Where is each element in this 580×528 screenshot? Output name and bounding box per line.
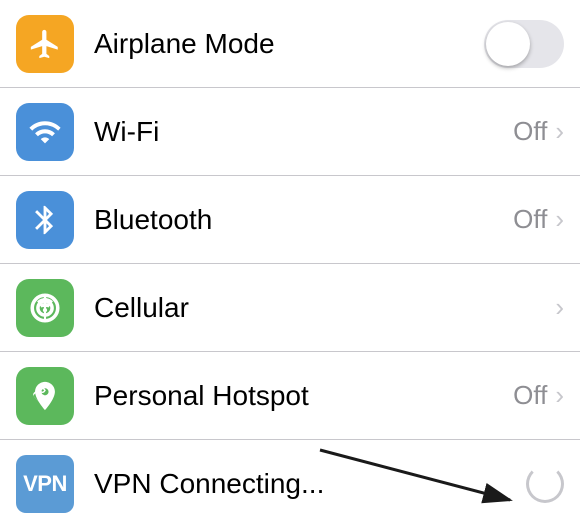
vpn-icon-wrap: VPN — [16, 455, 74, 513]
cellular-label: Cellular — [94, 292, 555, 324]
cellular-icon — [28, 291, 62, 325]
vpn-spinner — [526, 465, 564, 503]
personal-hotspot-row[interactable]: Personal Hotspot Off › — [0, 352, 580, 440]
cellular-icon-wrap — [16, 279, 74, 337]
wifi-icon — [28, 115, 62, 149]
wifi-icon-wrap — [16, 103, 74, 161]
wifi-value: Off — [513, 116, 547, 147]
wifi-label: Wi-Fi — [94, 116, 513, 148]
cellular-chevron: › — [555, 292, 564, 323]
bluetooth-row[interactable]: Bluetooth Off › — [0, 176, 580, 264]
bluetooth-value: Off — [513, 204, 547, 235]
airplane-mode-toggle[interactable] — [484, 20, 564, 68]
bluetooth-icon — [28, 203, 62, 237]
vpn-row[interactable]: VPN VPN Connecting... — [0, 440, 580, 528]
hotspot-icon — [28, 379, 62, 413]
hotspot-label: Personal Hotspot — [94, 380, 513, 412]
airplane-mode-row[interactable]: Airplane Mode — [0, 0, 580, 88]
wifi-chevron: › — [555, 116, 564, 147]
hotspot-icon-wrap — [16, 367, 74, 425]
bluetooth-chevron: › — [555, 204, 564, 235]
bluetooth-label: Bluetooth — [94, 204, 513, 236]
settings-list: Airplane Mode Wi-Fi Off › Bluetooth Off … — [0, 0, 580, 528]
vpn-label: VPN Connecting... — [94, 468, 526, 500]
airplane-mode-icon-wrap — [16, 15, 74, 73]
toggle-knob — [486, 22, 530, 66]
hotspot-value: Off — [513, 380, 547, 411]
vpn-icon-text: VPN — [23, 471, 67, 497]
wifi-row[interactable]: Wi-Fi Off › — [0, 88, 580, 176]
hotspot-chevron: › — [555, 380, 564, 411]
spinner-ring — [526, 465, 564, 503]
cellular-row[interactable]: Cellular › — [0, 264, 580, 352]
airplane-icon — [28, 27, 62, 61]
bluetooth-icon-wrap — [16, 191, 74, 249]
airplane-mode-label: Airplane Mode — [94, 28, 484, 60]
